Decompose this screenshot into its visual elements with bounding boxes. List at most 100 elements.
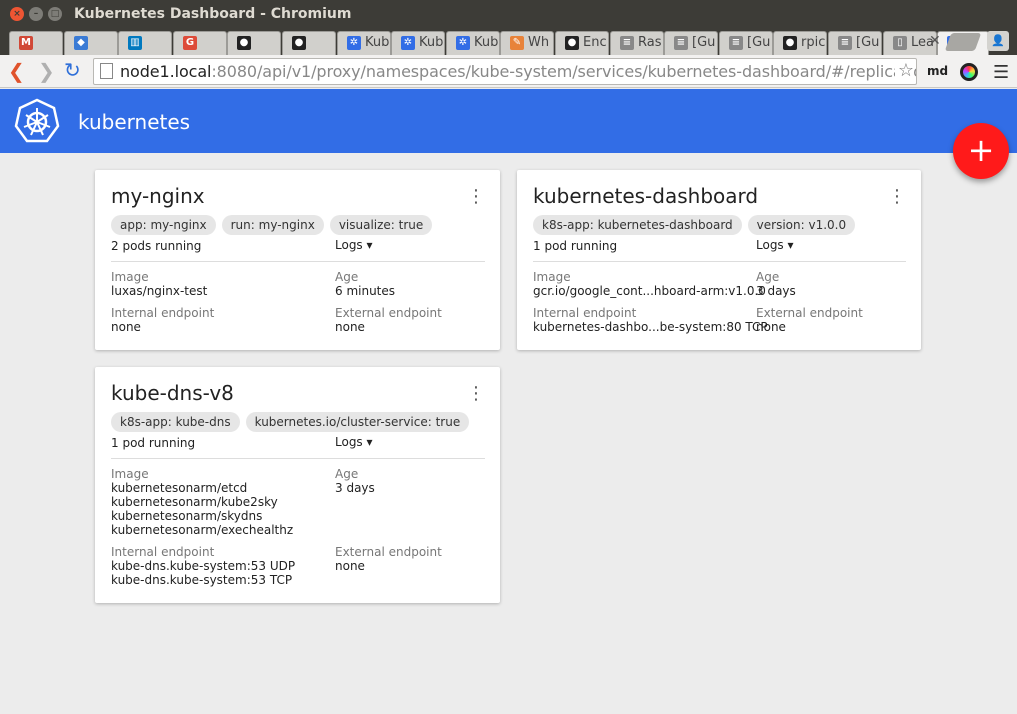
logs-dropdown[interactable]: Logs ▾ — [335, 435, 373, 449]
profile-button[interactable]: 👤 — [987, 31, 1009, 51]
label-chip: run: my-nginx — [221, 215, 324, 235]
internal-endpoint-label: Internal endpoint — [111, 306, 215, 320]
tab-label: Kub — [474, 35, 499, 50]
deploy-app-button[interactable]: + — [953, 123, 1009, 179]
label-chip: k8s-app: kube-dns — [111, 412, 240, 432]
browser-tab[interactable]: ● rpic — [773, 31, 827, 55]
label-chips: k8s-app: kubernetes-dashboard version: v1… — [533, 214, 861, 235]
browser-tab[interactable]: ● Enc — [555, 31, 609, 55]
divider — [111, 261, 485, 262]
kubernetes-logo-icon[interactable] — [14, 98, 60, 144]
browser-tab[interactable]: ✲ Kub — [391, 31, 445, 55]
browser-tab[interactable]: ≡ [Gu — [719, 31, 773, 55]
forward-arrow-icon[interactable]: ❯ — [38, 59, 55, 83]
external-endpoint-value: none — [335, 559, 365, 573]
browser-tab[interactable]: M — [9, 31, 63, 55]
window-maximize-button[interactable]: □ — [48, 7, 62, 21]
age-label: Age — [335, 270, 359, 284]
external-endpoint-value: none — [335, 320, 365, 334]
browser-tab[interactable]: ● — [282, 31, 336, 55]
tab-label: [Gu — [692, 35, 716, 50]
image-value: kubernetesonarm/etcd — [111, 481, 248, 495]
github-icon: ● — [292, 36, 306, 50]
pods-status: 2 pods running — [111, 239, 202, 253]
more-vert-icon[interactable]: ⋮ — [467, 187, 485, 207]
kubernetes-icon: ✲ — [456, 36, 470, 50]
google-plus-icon: G — [183, 36, 197, 50]
external-endpoint-value: none — [756, 320, 786, 334]
reload-icon[interactable]: ↻ — [64, 58, 81, 82]
age-label: Age — [756, 270, 780, 284]
internal-endpoint-value: kube-dns.kube-system:53 UDP — [111, 559, 296, 573]
label-chips: app: my-nginx run: my-nginx visualize: tru… — [111, 214, 438, 235]
window-minimize-button[interactable]: – — [29, 7, 43, 21]
internal-endpoint-value: kube-dns.kube-system:53 TCP — [111, 573, 293, 587]
address-bar[interactable]: node1.local:8080/api/v1/proxy/namespaces… — [93, 58, 917, 85]
app-title[interactable]: kubernetes — [78, 110, 190, 134]
page-info-icon[interactable] — [100, 63, 113, 79]
internal-endpoint-label: Internal endpoint — [533, 306, 637, 320]
url-path: :8080/api/v1/proxy/namespaces/kube-syste… — [211, 62, 917, 81]
kubernetes-icon: ✲ — [401, 36, 415, 50]
doc-icon: ≡ — [674, 36, 688, 50]
browser-tab[interactable]: ✲ Kub — [337, 31, 391, 55]
bookmark-star-icon[interactable]: ☆ — [894, 60, 914, 81]
internal-endpoint-value: kubernetes-dashbo...be-system:80 TCP — [533, 320, 768, 334]
gmail-icon: M — [19, 36, 33, 50]
browser-toolbar: ❮ ❯ ↻ node1.local:8080/api/v1/proxy/name… — [0, 55, 1017, 88]
rc-name[interactable]: my-nginx — [111, 184, 205, 208]
color-extension-icon[interactable] — [960, 63, 978, 81]
label-chip: version: v1.0.0 — [747, 215, 856, 235]
github-icon: ● — [783, 36, 797, 50]
age-value: 3 days — [756, 284, 796, 298]
image-value: kubernetesonarm/exechealthz — [111, 523, 294, 537]
image-value: kubernetesonarm/skydns — [111, 509, 263, 523]
label-chip: app: my-nginx — [111, 215, 216, 235]
logs-dropdown[interactable]: Logs ▾ — [335, 238, 373, 252]
github-icon: ● — [565, 36, 579, 50]
tab-label: Kub — [419, 35, 444, 50]
window-title: Kubernetes Dashboard - Chromium — [74, 6, 352, 22]
browser-tab[interactable]: ● — [227, 31, 281, 55]
doc-icon: ≡ — [729, 36, 743, 50]
tab-label: Wh — [528, 35, 550, 50]
replication-controller-card: kubernetes-dashboard ⋮ k8s-app: kubernet… — [517, 170, 921, 350]
image-label: Image — [111, 270, 149, 284]
external-endpoint-label: External endpoint — [335, 306, 442, 320]
tab-label: [Gu — [856, 35, 880, 50]
external-endpoint-label: External endpoint — [335, 545, 442, 559]
tab-strip: ✲K▯Lea≡[Gu●rpic≡[Gu≡[Gu≡Ras●Enc✎Wh✲Kub✲K… — [0, 28, 1017, 55]
logs-dropdown[interactable]: Logs ▾ — [756, 238, 794, 252]
image-value: kubernetesonarm/kube2sky — [111, 495, 278, 509]
divider — [533, 261, 906, 262]
more-vert-icon[interactable]: ⋮ — [467, 384, 485, 404]
doc-icon: ≡ — [838, 36, 852, 50]
browser-tab[interactable]: ✎ Wh — [500, 31, 554, 55]
back-arrow-icon[interactable]: ❮ — [8, 59, 25, 83]
app-header: kubernetes — [0, 89, 1017, 153]
browser-tab[interactable]: ✲ Kub — [446, 31, 500, 55]
age-value: 6 minutes — [335, 284, 396, 298]
tab-close-icon[interactable]: ✕ — [929, 33, 941, 49]
label-chip: kubernetes.io/cluster-service: true — [245, 412, 470, 432]
tab-label: Enc — [583, 35, 607, 50]
rc-name[interactable]: kube-dns-v8 — [111, 381, 234, 405]
label-chip: k8s-app: kubernetes-dashboard — [533, 215, 742, 235]
browser-tab[interactable]: G — [173, 31, 227, 55]
md-extension-icon[interactable]: md — [927, 64, 948, 78]
url-text[interactable]: node1.local:8080/api/v1/proxy/namespaces… — [120, 62, 917, 81]
rc-name[interactable]: kubernetes-dashboard — [533, 184, 758, 208]
kubernetes-icon: ✲ — [347, 36, 361, 50]
browser-tab[interactable]: ≡ Ras — [610, 31, 664, 55]
browser-tab[interactable]: ▥ — [118, 31, 172, 55]
browser-tab[interactable]: ≡ [Gu — [664, 31, 718, 55]
more-vert-icon[interactable]: ⋮ — [888, 187, 906, 207]
browser-tab[interactable]: ◆ — [64, 31, 118, 55]
browser-tab[interactable]: ≡ [Gu — [828, 31, 882, 55]
pods-status: 1 pod running — [111, 436, 196, 450]
internal-endpoint-value: none — [111, 320, 141, 334]
menu-icon[interactable]: ☰ — [993, 62, 1009, 83]
file-icon: ▯ — [893, 36, 907, 50]
window-close-button[interactable]: × — [10, 7, 24, 21]
url-host: node1.local — [120, 62, 212, 81]
